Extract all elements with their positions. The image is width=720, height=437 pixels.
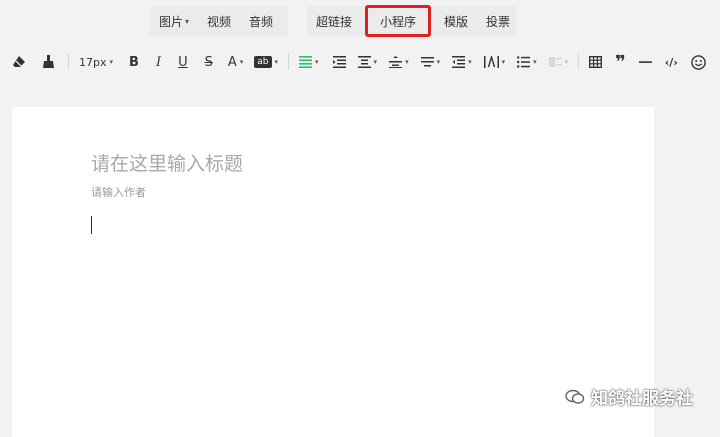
wrap-style-button[interactable]: ▾ (548, 50, 569, 74)
paragraph-spacing-button[interactable]: ▾ (389, 50, 409, 74)
horizontal-rule-button[interactable] (638, 50, 652, 74)
format-toolbar: 17px ▾ B I U S A ▾ ab ▾ ▾ ▾ ▾ ▾ ▾ ▾ ▾ ▾ … (0, 46, 720, 78)
bulleted-list-icon (517, 56, 531, 68)
blockquote-button[interactable]: ❞ (615, 50, 626, 74)
align-left-button[interactable]: ▾ (299, 50, 319, 74)
code-icon: ‹/› (664, 55, 678, 69)
chevron-down-icon: ▾ (315, 58, 319, 66)
emoji-icon (691, 54, 706, 70)
insert-image-button[interactable]: 图片 ▾ (150, 6, 198, 36)
paragraph-spacing-icon (389, 56, 403, 68)
chevron-down-icon: ▾ (468, 58, 472, 66)
bold-icon: B (129, 54, 139, 70)
font-color-icon: A (227, 54, 237, 70)
emoji-button[interactable] (691, 50, 706, 74)
insert-hyperlink-label: 超链接 (316, 14, 353, 29)
wechat-logo-icon (565, 389, 585, 404)
font-size-value: 17px (79, 55, 107, 69)
title-input[interactable]: 请在这里输入标题 (91, 149, 243, 176)
insert-hyperlink-button[interactable]: 超链接 (307, 6, 361, 36)
italic-button[interactable]: I (156, 50, 161, 74)
chevron-down-icon: ▾ (274, 58, 279, 66)
letter-spacing-icon (483, 56, 499, 68)
background-color-button[interactable]: ab ▾ (254, 50, 278, 74)
chevron-down-icon: ▾ (405, 58, 409, 66)
divider (68, 54, 69, 70)
first-line-indent-button[interactable]: ▾ (357, 50, 378, 74)
code-button[interactable]: ‹/› (665, 50, 678, 74)
chevron-down-icon: ▾ (564, 58, 569, 66)
horizontal-rule-icon (638, 61, 652, 63)
indent-size-icon (452, 56, 466, 68)
chevron-down-icon: ▾ (436, 58, 441, 66)
background-color-icon: ab (254, 56, 272, 68)
chevron-down-icon: ▾ (373, 58, 378, 66)
watermark-text: 知鸽社服务社 (591, 389, 693, 409)
insert-extras-group: 超链接 小程序 模版 投票 (307, 5, 519, 37)
font-color-button[interactable]: A ▾ (228, 50, 243, 74)
bold-button[interactable]: B (129, 50, 139, 74)
insert-video-button[interactable]: 视频 (198, 6, 240, 36)
table-icon (589, 56, 603, 68)
indent-icon (332, 56, 346, 68)
eraser-button[interactable] (10, 50, 28, 74)
chevron-down-icon: ▾ (109, 58, 114, 66)
line-height-icon (420, 57, 434, 67)
insert-audio-button[interactable]: 音频 (240, 6, 282, 36)
indent-size-button[interactable]: ▾ (452, 50, 472, 74)
quote-icon: ❞ (615, 51, 626, 73)
eraser-icon (13, 56, 25, 67)
strikethrough-button[interactable]: S (205, 50, 213, 74)
format-painter-button[interactable] (40, 50, 56, 74)
first-line-indent-icon (357, 56, 371, 68)
watermark: 知鸽社服务社 (565, 384, 693, 409)
letter-spacing-button[interactable]: ▾ (483, 50, 506, 74)
underline-icon: U (178, 54, 188, 70)
divider (578, 54, 580, 70)
italic-icon: I (155, 54, 162, 70)
author-input[interactable]: 请输入作者 (91, 184, 146, 200)
editor-page: 请在这里输入标题 请输入作者 (12, 107, 654, 437)
bulleted-list-button[interactable]: ▾ (517, 50, 537, 74)
format-painter-icon (42, 55, 54, 68)
chevron-down-icon: ▾ (533, 58, 537, 66)
chevron-down-icon: ▾ (501, 58, 506, 66)
align-left-icon (299, 56, 313, 68)
chevron-down-icon: ▾ (239, 58, 244, 66)
insert-image-label: 图片 (159, 14, 184, 29)
font-size-select[interactable]: 17px ▾ (79, 50, 113, 74)
divider (288, 54, 290, 70)
insert-template-button[interactable]: 模版 (435, 6, 477, 36)
strikethrough-icon: S (204, 54, 213, 70)
insert-media-group: 图片 ▾ 视频 音频 (150, 6, 288, 36)
insert-mini-program-label: 小程序 (380, 14, 417, 29)
insert-table-button[interactable] (589, 50, 603, 74)
insert-template-label: 模版 (444, 14, 469, 29)
line-height-button[interactable]: ▾ (420, 50, 441, 74)
text-cursor[interactable] (91, 216, 92, 234)
insert-vote-button[interactable]: 投票 (477, 6, 519, 36)
insert-vote-label: 投票 (486, 14, 511, 29)
indent-button[interactable] (332, 50, 346, 74)
insert-video-label: 视频 (207, 14, 232, 29)
insert-audio-label: 音频 (249, 14, 274, 29)
wrap-style-icon (548, 57, 562, 67)
underline-button[interactable]: U (178, 50, 188, 74)
chevron-down-icon: ▾ (185, 16, 190, 26)
insert-mini-program-button[interactable]: 小程序 (365, 5, 432, 37)
